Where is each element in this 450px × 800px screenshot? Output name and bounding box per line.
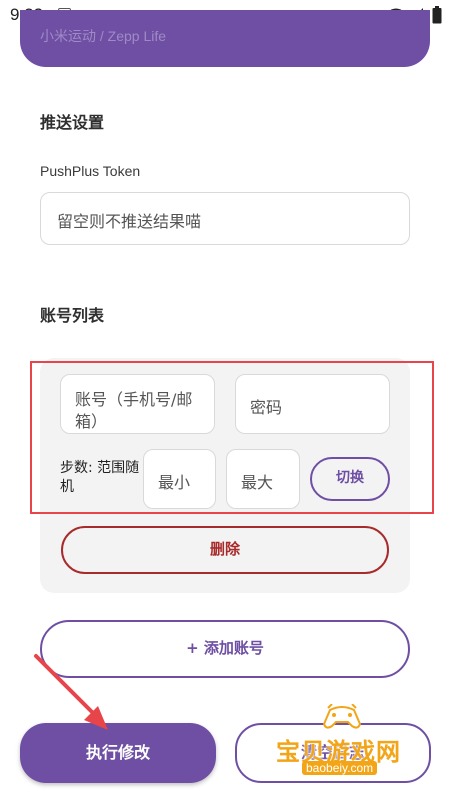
gamepad-logo-icon bbox=[322, 704, 362, 729]
watermark: 宝贝游戏网 baobeiy.com bbox=[272, 704, 432, 784]
watermark-url: baobeiy.com bbox=[302, 761, 378, 775]
annotation-arrow-icon bbox=[34, 654, 108, 730]
